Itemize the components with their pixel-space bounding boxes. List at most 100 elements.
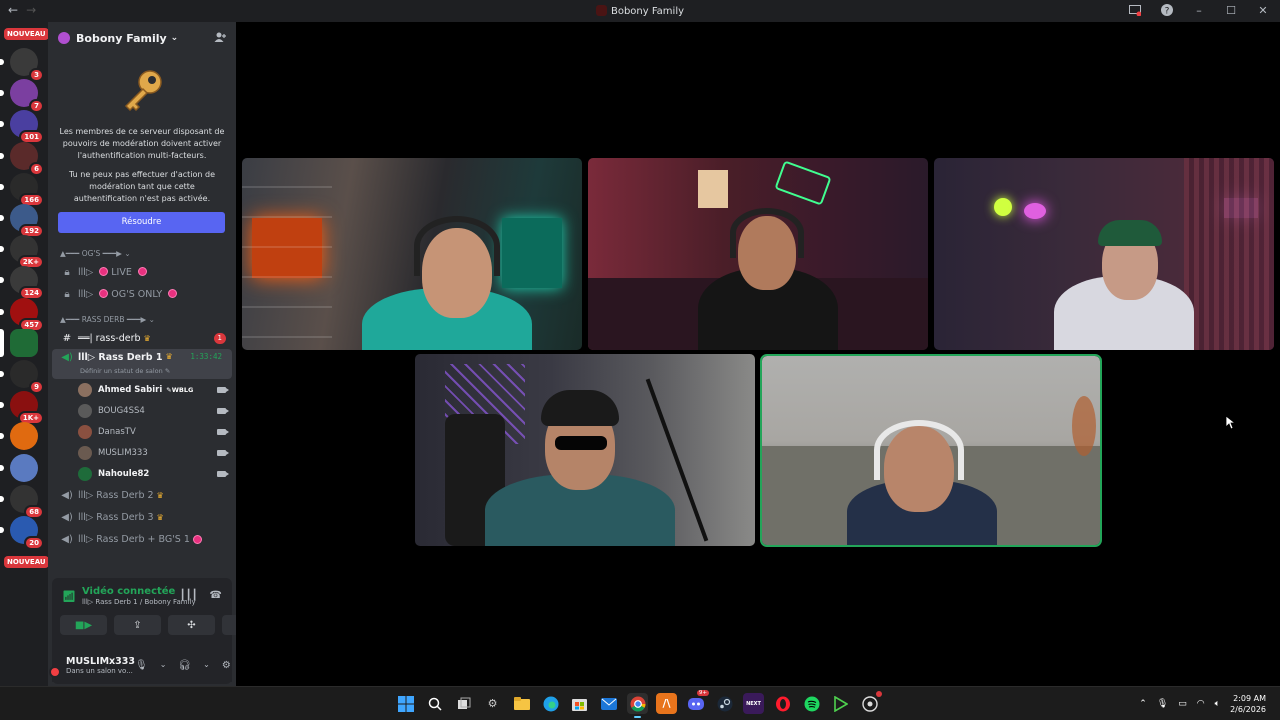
chevron-down-icon[interactable]: ⌄	[160, 660, 167, 671]
server-icon-3[interactable]: 101	[0, 110, 44, 145]
monitor-icon[interactable]: ▭	[1178, 699, 1187, 709]
opera-icon[interactable]	[772, 693, 793, 714]
clock[interactable]: 2:09 AM 2/6/2026	[1230, 693, 1266, 715]
server-icon-5[interactable]: 166	[0, 172, 44, 207]
server-icon-10[interactable]	[0, 328, 38, 357]
maximize-icon[interactable]: ☐	[1224, 3, 1238, 17]
server-icon-14[interactable]	[0, 453, 38, 482]
voice-member[interactable]: Ahmed Sabiri ✎WBLG	[48, 379, 236, 400]
chrome-icon[interactable]	[627, 693, 648, 718]
microphone-icon[interactable]: 🎙︎	[1157, 699, 1168, 709]
voice-member[interactable]: Nahoule82	[48, 463, 236, 484]
username: MUSLIMx333	[66, 655, 136, 667]
server-icon-11[interactable]: 9	[0, 360, 44, 394]
resolve-button[interactable]: Résoudre	[58, 212, 225, 233]
activities-icon: ✣	[187, 619, 196, 631]
server-icon-2[interactable]: 7	[0, 79, 44, 114]
category-rass-derb[interactable]: ▲━━━ RASS DERB ━━━▶ ⌄	[48, 313, 236, 327]
video-tile-1[interactable]	[242, 158, 582, 350]
channel-ogs-name: OG'S ONLY	[111, 288, 163, 300]
app-orange-icon[interactable]: /\	[656, 693, 677, 714]
gear-icon[interactable]: ⚙	[222, 660, 231, 671]
video-tile-3[interactable]	[934, 158, 1274, 350]
volume-icon[interactable]: 🔈︎	[1215, 699, 1220, 709]
speaker-icon: ◀︎)	[61, 352, 73, 363]
member-name: Nahoule82	[98, 468, 150, 479]
activities-button[interactable]: ✣	[168, 615, 215, 635]
minimize-icon[interactable]: –	[1192, 3, 1206, 17]
server-icon-13[interactable]	[0, 422, 38, 451]
chevron-up-icon[interactable]: ⌃	[1139, 699, 1147, 709]
channel-ogs-only[interactable]: 🔒︎ lll▷ OG'S ONLY	[48, 283, 236, 305]
unread-pill	[0, 495, 4, 502]
file-explorer-icon[interactable]	[511, 693, 532, 714]
voice-channel-rass-derb-2[interactable]: ◀︎) lll▷ Rass Derb 2 ♛	[48, 484, 236, 506]
spotify-icon[interactable]	[801, 693, 822, 714]
server-icon-4[interactable]: 6	[0, 141, 44, 176]
member-name: DanasTV	[98, 426, 136, 437]
server-icon-12[interactable]: 1K+	[0, 391, 44, 426]
screen-share-button[interactable]: ⇪	[114, 615, 161, 635]
crown-icon: ♛	[156, 490, 164, 500]
chevron-down-icon[interactable]: ⌄	[203, 660, 210, 671]
voice-channel-rass-derb-bgs[interactable]: ◀︎) lll▷ Rass Derb + BG'S 1	[48, 528, 236, 550]
server-icon-15[interactable]: 68	[0, 484, 44, 519]
server-icon-7[interactable]: 2K+	[0, 235, 44, 270]
video-tile-5-speaking[interactable]	[760, 354, 1102, 547]
video-tile-2[interactable]	[588, 158, 928, 350]
server-icon-8[interactable]: 124	[0, 266, 44, 301]
headphones-icon[interactable]: 🎧︎	[178, 660, 191, 671]
voice-member[interactable]: BOUG4SS4	[48, 400, 236, 421]
camera-button[interactable]: ■▶	[60, 615, 107, 635]
start-icon[interactable]	[395, 693, 416, 714]
server-icon-16[interactable]: 20	[0, 516, 44, 550]
mail-icon[interactable]	[598, 693, 619, 714]
signal-icon[interactable]: 📶︎	[62, 590, 76, 606]
category-ogs[interactable]: ▲━━━ OG'S ━━━▶ ⌄	[48, 247, 236, 261]
neon-sign	[502, 218, 562, 288]
screen-share-icon: ⇪	[133, 619, 142, 631]
disconnect-icon[interactable]: ☎︎	[210, 590, 222, 601]
search-icon[interactable]	[424, 693, 445, 714]
chatgpt-icon[interactable]	[859, 691, 882, 714]
channel-rass-derb-label: ══| rass-derb	[78, 332, 141, 344]
add-member-icon[interactable]	[214, 31, 226, 46]
server-icon-1[interactable]: 3	[0, 48, 44, 82]
voice-member[interactable]: DanasTV	[48, 421, 236, 442]
neon-light	[1024, 203, 1046, 219]
set-channel-status[interactable]: Définir un statut de salon ✎	[80, 367, 170, 375]
server-header[interactable]: Bobony Family ⌄	[48, 22, 236, 54]
voice-channel-rass-derb-1[interactable]: ◀︎) lll▷ Rass Derb 1 ♛ 1:33:42 Définir un…	[52, 349, 232, 379]
channel-rass-derb-text[interactable]: # ══| rass-derb ♛ 1	[48, 327, 236, 349]
rose-icon	[137, 266, 147, 276]
channel-live[interactable]: 🔒︎ lll▷ LIVE	[48, 261, 236, 283]
avatar	[78, 466, 92, 481]
noise-suppression-icon[interactable]: ┃┃┃	[179, 590, 197, 601]
edge-icon[interactable]	[540, 693, 561, 714]
voice-member[interactable]: MUSLIM333	[48, 442, 236, 463]
voice-members: Ahmed Sabiri ✎WBLG BOUG4SS4 DanasTV MUSLIM33…	[48, 379, 236, 484]
user-info[interactable]: MUSLIMx333 Dans un salon vo...	[66, 656, 135, 675]
microphone-icon[interactable]: 🎙︎	[135, 660, 148, 671]
notification-dot	[876, 691, 882, 697]
settings-icon[interactable]: ⚙	[482, 693, 503, 714]
video-tile-4[interactable]	[415, 354, 755, 546]
task-view-icon[interactable]	[453, 693, 474, 714]
help-icon[interactable]: ?	[1160, 3, 1174, 17]
server-icon-9[interactable]: 457	[0, 297, 44, 332]
window-title-text: Bobony Family	[610, 6, 685, 17]
key-icon	[118, 68, 166, 116]
inbox-icon[interactable]	[1128, 3, 1142, 17]
close-icon[interactable]: ✕	[1256, 3, 1270, 17]
server-logo-icon	[595, 5, 607, 16]
server-icon-6[interactable]: 192	[0, 204, 44, 238]
video-camera-icon	[217, 428, 229, 435]
store-icon[interactable]	[569, 693, 590, 714]
discord-icon[interactable]: 9+	[685, 690, 709, 714]
kick-icon[interactable]: NEXT	[743, 693, 764, 714]
steam-icon[interactable]	[714, 693, 735, 714]
voice-channel-rass-derb-3[interactable]: ◀︎) lll▷ Rass Derb 3 ♛	[48, 506, 236, 528]
led-panel	[774, 160, 832, 206]
wifi-icon[interactable]: ◠	[1197, 699, 1205, 709]
media-app-icon[interactable]	[830, 693, 851, 714]
